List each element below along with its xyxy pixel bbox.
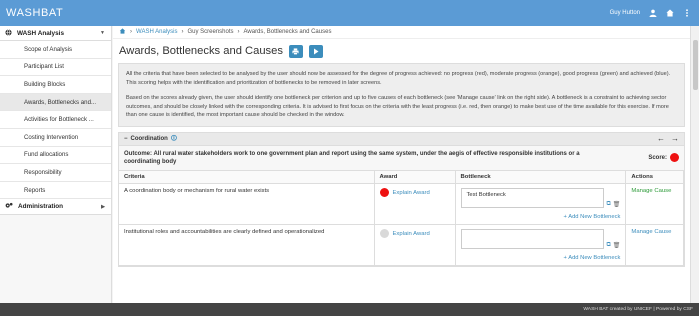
header-award: Award	[374, 170, 456, 185]
instructions-paragraph-1: All the criteria that have been selected…	[126, 71, 671, 86]
award-indicator[interactable]	[379, 188, 389, 198]
instructions-box: All the criteria that have been selected…	[118, 63, 685, 127]
app-brand[interactable]: WASHBAT	[0, 7, 110, 19]
play-icon	[313, 48, 319, 54]
criteria-table: Criteria Award Bottleneck Actions A coor…	[119, 170, 684, 267]
plus-icon: +	[563, 255, 567, 262]
criteria-cell: Institutional roles and accountabilities…	[119, 224, 375, 267]
add-new-bottleneck-label: Add New Bottleneck	[568, 255, 621, 262]
sidebar-item-reports[interactable]: Reports	[0, 181, 111, 200]
coordination-panel: − Coordination 🛈 ← → Outcome: All rural …	[118, 131, 685, 268]
add-new-bottleneck-link[interactable]: + Add New Bottleneck	[461, 208, 621, 220]
breadcrumb: › WASH Analysis › Guy Screenshots › Awar…	[113, 26, 690, 39]
user-name[interactable]: Guy Hutton	[610, 10, 640, 16]
manage-cause-link[interactable]: Manage Cause	[631, 188, 671, 194]
sidebar-admin-label: Administration	[18, 203, 64, 211]
explain-award-link[interactable]: Explain Award	[393, 190, 430, 196]
sidebar-item-fund-allocations[interactable]: Fund allocations	[0, 146, 111, 165]
panel-title: Coordination	[130, 135, 168, 142]
home-icon[interactable]	[119, 28, 126, 36]
caret-right-icon: ▶	[101, 203, 105, 210]
next-arrow-icon[interactable]: →	[671, 134, 679, 143]
score-indicator	[670, 153, 679, 163]
home-icon[interactable]	[666, 9, 674, 17]
breadcrumb-separator-icon: ›	[181, 29, 184, 35]
copy-icon[interactable]: ⧉	[607, 242, 611, 249]
header-criteria: Criteria	[119, 170, 375, 185]
sidebar-item-responsibility[interactable]: Responsibility	[0, 164, 111, 182]
outcome-text: Outcome: All rural water stakeholders wo…	[124, 150, 580, 165]
bottleneck-input[interactable]: Test Bottleneck	[460, 188, 604, 209]
sidebar-section-wash-analysis[interactable]: WASH Analysis ▼	[0, 26, 111, 41]
add-new-bottleneck-link[interactable]: + Add New Bottleneck	[461, 249, 621, 261]
sidebar-item-activities[interactable]: Activities for Bottleneck ...	[0, 111, 111, 129]
sidebar-item-building-blocks[interactable]: Building Blocks	[0, 76, 111, 94]
footer: WASH BAT created by UNICEF | Powered by …	[0, 303, 699, 316]
manage-cause-link[interactable]: Manage Cause	[631, 229, 671, 235]
sidebar-item-scope[interactable]: Scope of Analysis	[0, 41, 111, 59]
header-actions: Actions	[625, 170, 684, 185]
plus-icon: +	[563, 214, 567, 221]
breadcrumb-wash-analysis[interactable]: WASH Analysis	[136, 29, 177, 35]
page-title: Awards, Bottlenecks and Causes	[119, 45, 283, 57]
header-bottleneck: Bottleneck	[455, 170, 627, 185]
sidebar-item-costing[interactable]: Costing Intervention	[0, 128, 111, 147]
table-row: A coordination body or mechanism for rur…	[119, 183, 684, 226]
previous-arrow-icon[interactable]: ←	[657, 134, 665, 143]
main-content: › WASH Analysis › Guy Screenshots › Awar…	[113, 26, 690, 303]
bottleneck-input[interactable]	[460, 229, 604, 250]
footer-text: WASH BAT created by UNICEF | Powered by …	[583, 307, 693, 312]
breadcrumb-separator-icon: ›	[237, 29, 240, 35]
breadcrumb-current: Awards, Bottlenecks and Causes	[243, 29, 332, 35]
print-icon	[292, 47, 300, 55]
sidebar-item-participants[interactable]: Participant List	[0, 58, 111, 77]
breadcrumb-project[interactable]: Guy Screenshots	[187, 29, 233, 35]
gears-icon	[5, 202, 13, 211]
breadcrumb-separator-icon: ›	[130, 29, 132, 35]
globe-icon	[5, 28, 12, 38]
award-cell: Explain Award	[379, 188, 450, 198]
table-row: Institutional roles and accountabilities…	[119, 224, 684, 267]
trash-icon[interactable]: 🗑	[613, 242, 621, 249]
top-navbar: WASHBAT Guy Hutton	[0, 0, 699, 26]
trash-icon[interactable]: 🗑	[613, 201, 621, 208]
caret-down-icon: ▼	[100, 30, 105, 36]
sidebar-item-awards[interactable]: Awards, Bottlenecks and...	[0, 93, 111, 112]
award-cell: Explain Award	[379, 229, 450, 239]
score: Score:	[648, 150, 679, 166]
scrollbar-thumb[interactable]	[693, 40, 698, 90]
sidebar-section-administration[interactable]: Administration ▶	[0, 199, 111, 216]
collapse-icon[interactable]: −	[124, 136, 128, 142]
add-new-bottleneck-label: Add New Bottleneck	[568, 214, 621, 221]
copy-icon[interactable]: ⧉	[607, 201, 611, 208]
play-button[interactable]	[308, 44, 323, 58]
page-scrollbar[interactable]	[690, 26, 699, 303]
info-icon[interactable]: 🛈	[171, 134, 177, 144]
criteria-cell: A coordination body or mechanism for rur…	[119, 183, 375, 226]
page-header: Awards, Bottlenecks and Causes	[113, 39, 690, 63]
print-button[interactable]	[288, 44, 303, 58]
instructions-paragraph-2: Based on the scores already given, the u…	[126, 95, 669, 119]
sidebar-section-label: WASH Analysis	[17, 29, 64, 37]
user-icon[interactable]	[649, 9, 657, 17]
award-indicator[interactable]	[379, 229, 389, 239]
outcome-row: Outcome: All rural water stakeholders wo…	[119, 145, 684, 171]
sidebar: WASH Analysis ▼ Scope of Analysis Partic…	[0, 26, 112, 303]
score-label: Score:	[648, 154, 667, 161]
panel-header: − Coordination 🛈 ← →	[119, 132, 684, 146]
explain-award-link[interactable]: Explain Award	[393, 231, 430, 237]
more-vertical-icon[interactable]	[683, 9, 691, 17]
